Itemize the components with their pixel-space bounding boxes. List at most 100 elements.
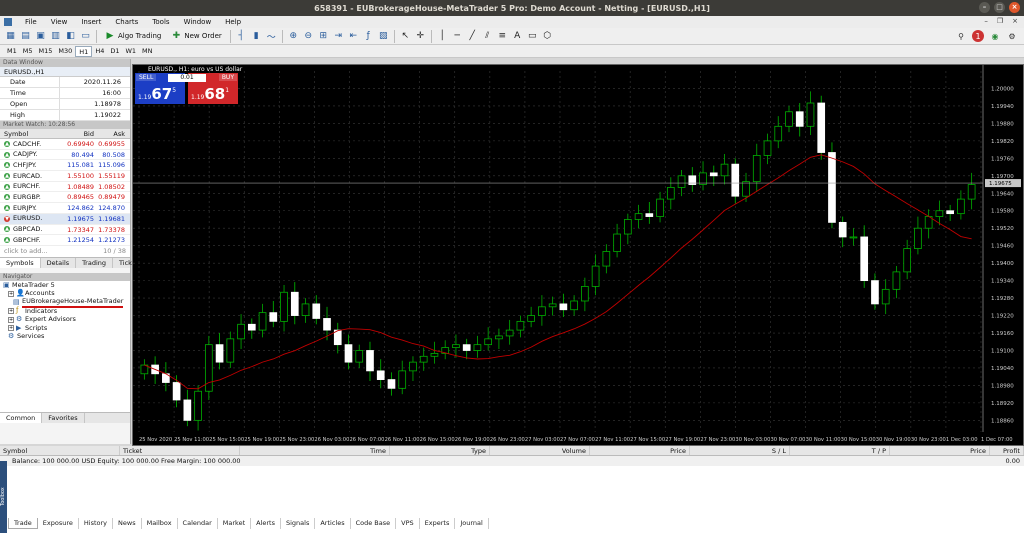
- mdi-close-icon[interactable]: ×: [1012, 17, 1018, 25]
- trade-col-header[interactable]: Symbol: [0, 446, 120, 455]
- algo-trading-button[interactable]: ▶ Algo Trading: [100, 29, 166, 43]
- new-chart-icon[interactable]: ▦: [4, 30, 17, 43]
- trade-col-header[interactable]: Ticket: [120, 446, 240, 455]
- toolbox-tab[interactable]: Experts: [420, 518, 456, 529]
- indicators-icon[interactable]: ƒ: [362, 30, 375, 43]
- col-ask[interactable]: Ask: [97, 129, 128, 138]
- expand-icon[interactable]: +: [8, 325, 14, 332]
- menu-charts[interactable]: Charts: [108, 18, 145, 26]
- trade-col-header[interactable]: Type: [390, 446, 490, 455]
- zoom-out-icon[interactable]: ⊖: [302, 30, 315, 43]
- navigator-item[interactable]: ▤ EUBrokerageHouse-MetaTrader: [0, 297, 130, 308]
- market-watch-row[interactable]: ▼ EURUSD. 1.19675 1.19681: [0, 213, 130, 225]
- toolbox-tab[interactable]: Calendar: [178, 518, 218, 529]
- vertical-line-icon[interactable]: │: [436, 30, 449, 43]
- balance-row[interactable]: Balance: 100 000.00 USD Equity: 100 000.…: [0, 456, 1024, 466]
- market-watch-row[interactable]: ▲ GBPCHF. 1.21254 1.21273: [0, 235, 130, 246]
- tab-trading[interactable]: Trading: [76, 257, 114, 268]
- add-symbol-input[interactable]: click to add...: [4, 246, 48, 257]
- market-watch-icon[interactable]: ▣: [34, 30, 47, 43]
- fibonacci-icon[interactable]: ≡: [496, 30, 509, 43]
- market-watch-row[interactable]: ▲ EURCAD. 1.55100 1.55119: [0, 171, 130, 182]
- mdi-restore-icon[interactable]: ❐: [997, 17, 1003, 25]
- toolbox-tab[interactable]: Market: [218, 518, 252, 529]
- market-watch-row[interactable]: ▲ GBPCAD. 1.73347 1.73378: [0, 224, 130, 236]
- tf-m1[interactable]: M1: [4, 46, 20, 57]
- menu-window[interactable]: Window: [177, 18, 219, 26]
- chart-shift-icon[interactable]: ⇤: [347, 30, 360, 43]
- toolbox-tab[interactable]: Articles: [315, 518, 351, 529]
- expand-icon[interactable]: +: [8, 316, 14, 323]
- col-symbol[interactable]: Symbol: [0, 129, 66, 138]
- toolbox-tab[interactable]: Trade: [8, 518, 38, 529]
- navigator-item[interactable]: + ▶ Scripts: [0, 323, 130, 333]
- add-symbol-row[interactable]: click to add... 10 / 38: [0, 245, 130, 257]
- toolbox-tab[interactable]: History: [79, 518, 114, 529]
- close-icon[interactable]: ×: [1009, 2, 1020, 13]
- mdi-minimize-icon[interactable]: –: [984, 17, 988, 25]
- tf-w1[interactable]: W1: [122, 46, 139, 57]
- navigator-item[interactable]: ⚙ Services: [0, 332, 130, 342]
- navigator-item[interactable]: + ⚙ Expert Advisors: [0, 315, 130, 324]
- tf-m5[interactable]: M5: [20, 46, 36, 57]
- market-watch-row[interactable]: ▲ EURCHF. 1.08489 1.08502: [0, 181, 130, 193]
- menu-help[interactable]: Help: [218, 18, 248, 26]
- search-icon[interactable]: ⚲: [955, 30, 967, 42]
- market-watch-row[interactable]: ▲ CADJPY. 80.494 80.508: [0, 149, 130, 161]
- menu-insert[interactable]: Insert: [74, 18, 108, 26]
- volume-input[interactable]: 0.01: [168, 74, 206, 82]
- autoscroll-icon[interactable]: ⇥: [332, 30, 345, 43]
- trade-col-header[interactable]: Profit: [990, 446, 1024, 455]
- tab-symbols[interactable]: Symbols: [0, 257, 41, 268]
- shapes-icon[interactable]: ⬡: [541, 30, 554, 43]
- menu-view[interactable]: View: [44, 18, 75, 26]
- candlestick-icon[interactable]: ▮: [250, 30, 263, 43]
- tab-details[interactable]: Details: [41, 257, 77, 268]
- cursor-icon[interactable]: ↖: [399, 30, 412, 43]
- minimize-icon[interactable]: –: [979, 2, 990, 13]
- templates-icon[interactable]: ▧: [377, 30, 390, 43]
- toolbox-tab[interactable]: Exposure: [38, 518, 79, 529]
- toolbox-tab[interactable]: Mailbox: [142, 518, 178, 529]
- trade-col-header[interactable]: Time: [240, 446, 390, 455]
- crosshair-icon[interactable]: ✛: [414, 30, 427, 43]
- text-icon[interactable]: A: [511, 30, 524, 43]
- expand-icon[interactable]: +: [8, 307, 14, 314]
- market-watch-row[interactable]: ▲ CHFJPY. 115.081 115.096: [0, 160, 130, 172]
- tab-favorites[interactable]: Favorites: [42, 412, 85, 423]
- col-bid[interactable]: Bid: [66, 129, 97, 138]
- label-icon[interactable]: ▭: [526, 30, 539, 43]
- trade-col-header[interactable]: Volume: [490, 446, 590, 455]
- market-watch-row[interactable]: ▲ EURJPY. 124.862 124.870: [0, 203, 130, 214]
- trendline-icon[interactable]: ╱: [466, 30, 479, 43]
- market-watch-row[interactable]: ▲ CADCHF. 0.69940 0.69955: [0, 139, 130, 150]
- toolbox-tab[interactable]: Alerts: [251, 518, 281, 529]
- toolbox-tab[interactable]: Journal: [455, 518, 489, 529]
- tf-d1[interactable]: D1: [107, 46, 122, 57]
- toolbox-tab[interactable]: News: [113, 518, 142, 529]
- tf-mn[interactable]: MN: [139, 46, 155, 57]
- trade-col-header[interactable]: T / P: [790, 446, 890, 455]
- tf-h4[interactable]: H4: [92, 46, 107, 57]
- toolbox-tab[interactable]: Signals: [281, 518, 316, 529]
- tile-windows-icon[interactable]: ⊞: [317, 30, 330, 43]
- trade-col-header[interactable]: Price: [590, 446, 690, 455]
- tf-h1[interactable]: H1: [75, 45, 93, 57]
- trade-col-header[interactable]: Price: [890, 446, 990, 455]
- navigator-item[interactable]: + ƒ Indicators: [0, 306, 130, 316]
- expand-icon[interactable]: +: [8, 290, 14, 297]
- horizontal-line-icon[interactable]: ─: [451, 30, 464, 43]
- profiles-icon[interactable]: ▤: [19, 30, 32, 43]
- bar-chart-icon[interactable]: ┤: [235, 30, 248, 43]
- maximize-icon[interactable]: □: [994, 2, 1005, 13]
- settings-icon[interactable]: ⚙: [1006, 30, 1018, 42]
- navigator-icon[interactable]: ◧: [64, 30, 77, 43]
- line-chart-icon[interactable]: 〜: [265, 30, 278, 43]
- menu-tools[interactable]: Tools: [145, 18, 176, 26]
- signals-icon[interactable]: ◉: [989, 30, 1001, 42]
- menu-file[interactable]: File: [18, 18, 44, 26]
- tab-common[interactable]: Common: [0, 412, 43, 423]
- notification-icon[interactable]: 1: [972, 30, 984, 42]
- toolbox-tab[interactable]: Code Base: [351, 518, 397, 529]
- toolbox-icon[interactable]: ▭: [79, 30, 92, 43]
